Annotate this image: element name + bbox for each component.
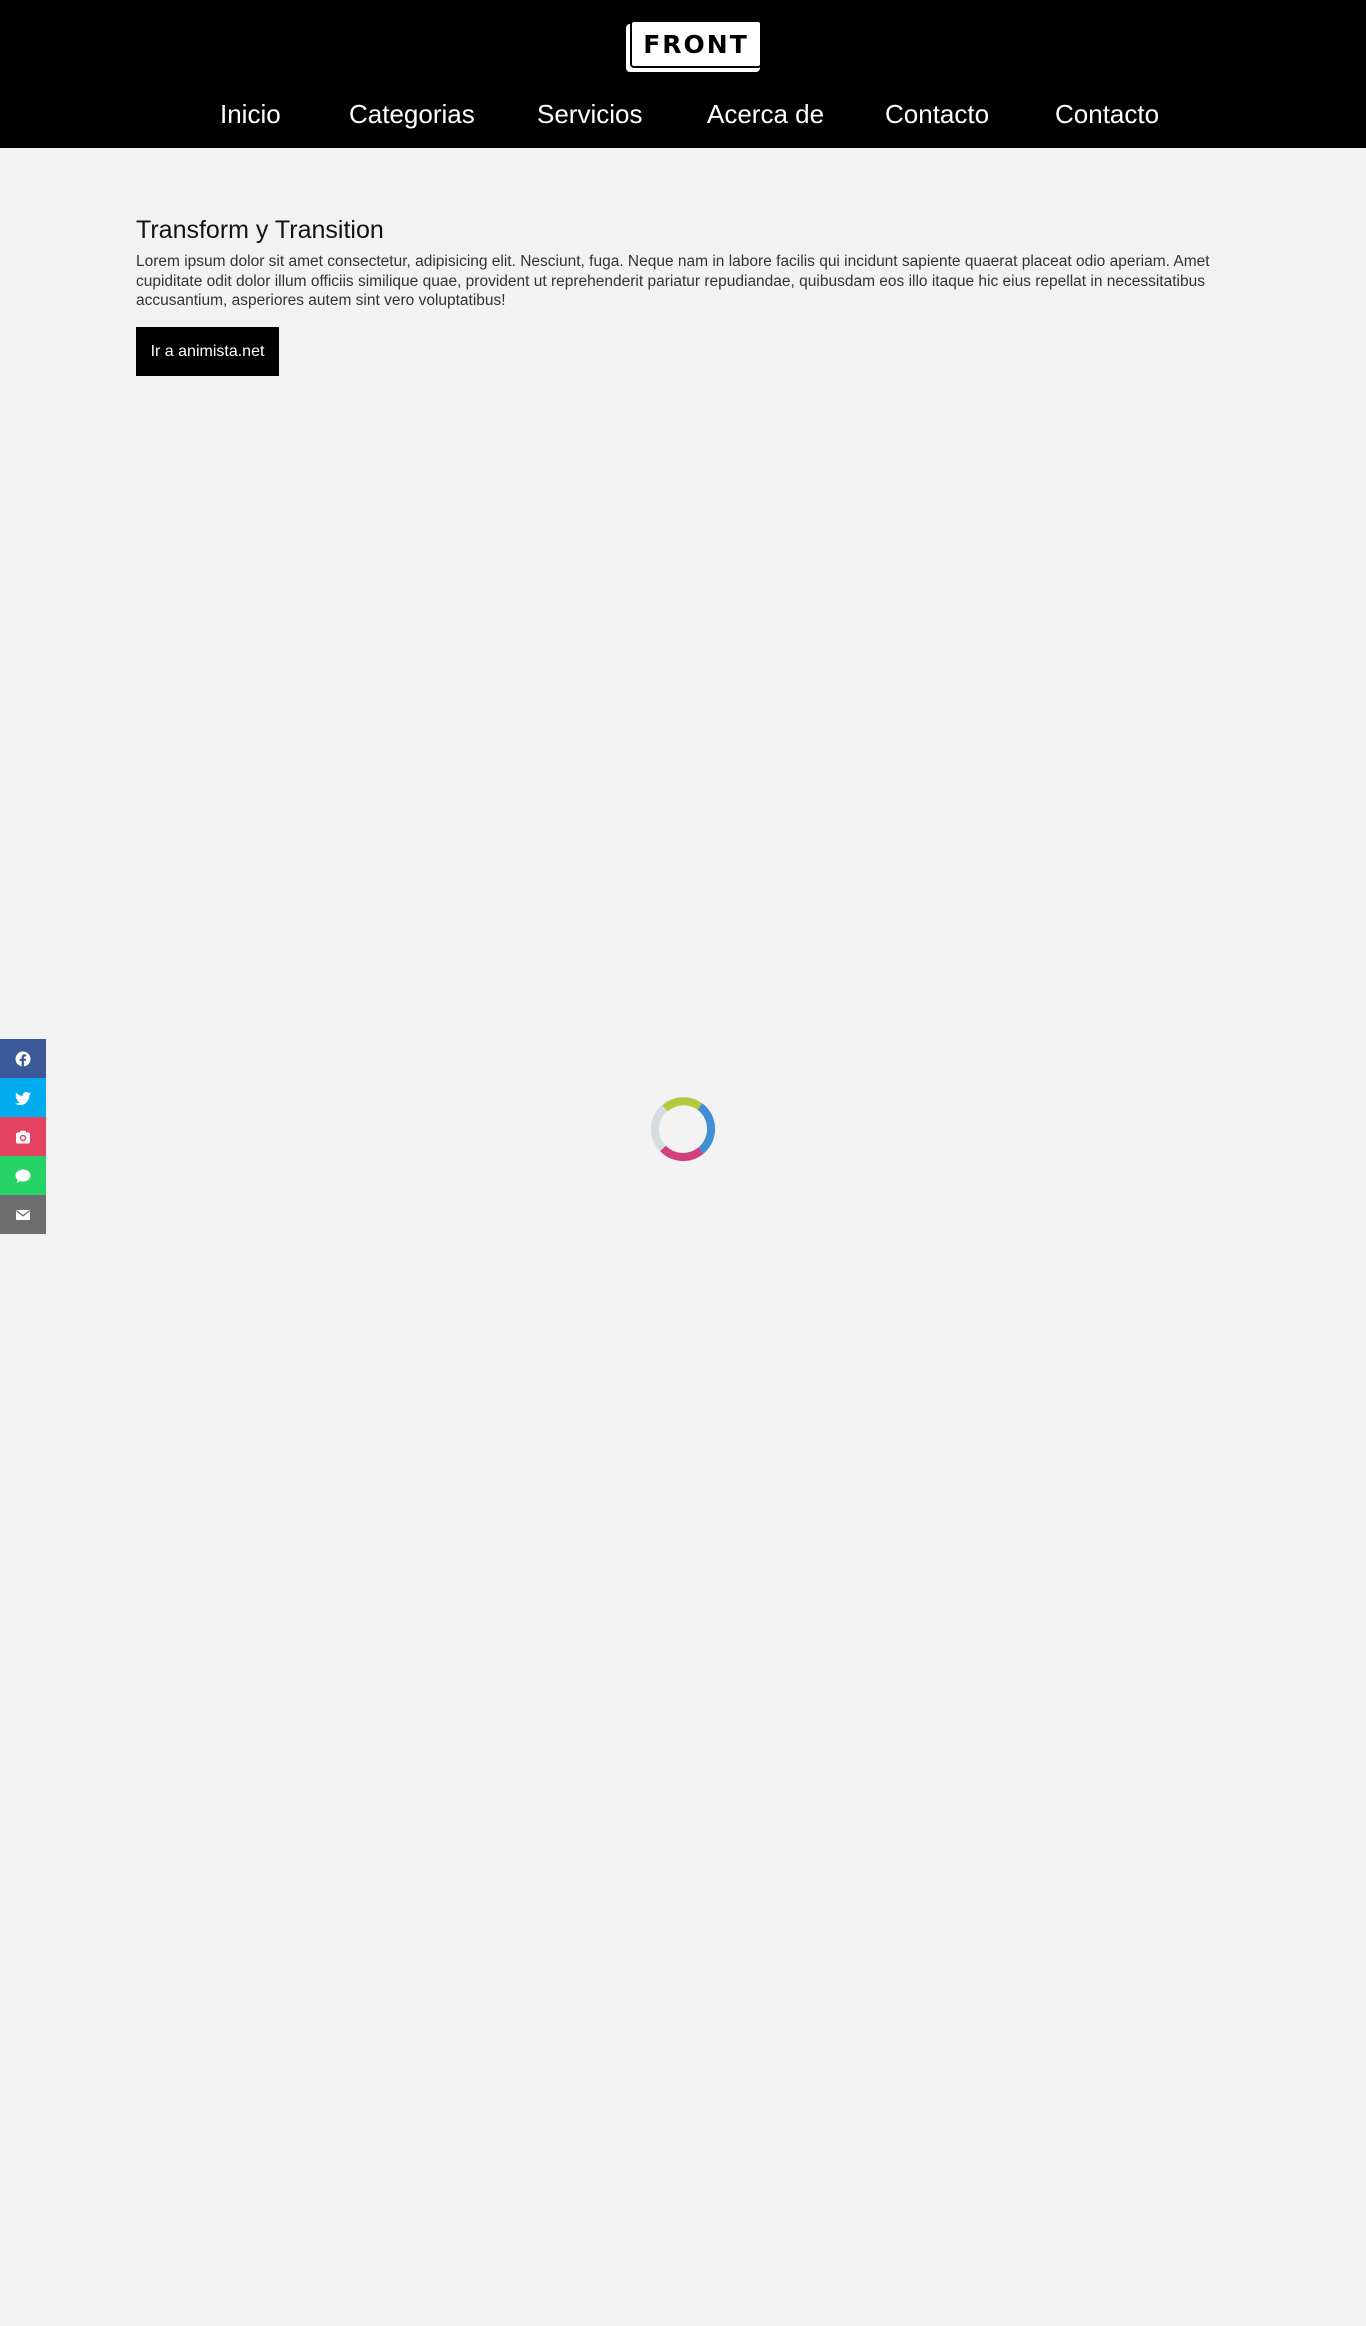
whatsapp-icon — [15, 1169, 31, 1183]
page-title: Transform y Transition — [136, 216, 384, 244]
nav-item-servicios[interactable]: Servicios — [537, 94, 642, 134]
nav-item-contacto[interactable]: Contacto — [885, 94, 989, 134]
twitter-share-button[interactable] — [0, 1078, 46, 1117]
facebook-icon — [15, 1051, 31, 1067]
intro-paragraph: Lorem ipsum dolor sit amet consectetur, … — [136, 253, 1210, 309]
instagram-share-button[interactable] — [0, 1117, 46, 1156]
loading-spinner-icon — [651, 1097, 716, 1161]
site-header: FRONT Inicio Categorias Servicios Acerca… — [0, 0, 1366, 148]
nav-item-contacto-2[interactable]: Contacto — [1055, 94, 1159, 134]
main-nav: Inicio Categorias Servicios Acerca de Co… — [0, 94, 1366, 134]
nav-item-categorias[interactable]: Categorias — [349, 94, 475, 134]
email-icon — [16, 1209, 30, 1220]
email-share-button[interactable] — [0, 1195, 46, 1234]
twitter-icon — [15, 1091, 31, 1105]
logo-text: FRONT — [630, 20, 762, 68]
animista-link-button[interactable]: Ir a animista.net — [136, 327, 279, 376]
instagram-icon — [16, 1130, 30, 1143]
social-share-bar — [0, 1039, 46, 1234]
nav-item-acerca-de[interactable]: Acerca de — [707, 94, 824, 134]
logo[interactable]: FRONT — [626, 20, 762, 72]
main-content: Transform y Transition Lorem ipsum dolor… — [136, 214, 1232, 311]
facebook-share-button[interactable] — [0, 1039, 46, 1078]
whatsapp-share-button[interactable] — [0, 1156, 46, 1195]
nav-item-inicio[interactable]: Inicio — [220, 94, 281, 134]
